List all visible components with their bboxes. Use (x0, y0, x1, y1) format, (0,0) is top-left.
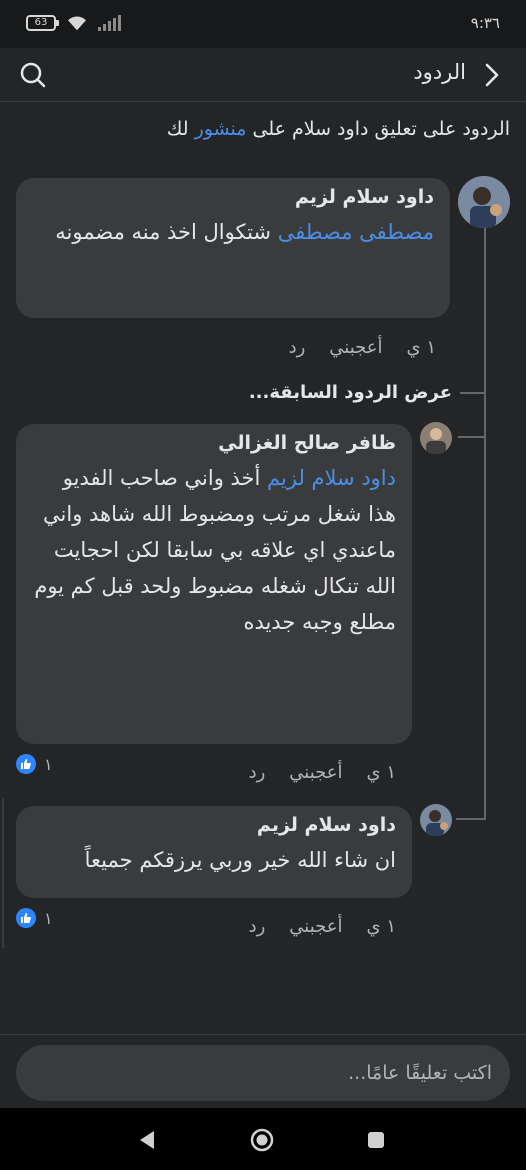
reaction-count[interactable]: ١ (16, 908, 53, 928)
thread-branch (458, 436, 486, 438)
comment-author[interactable]: داود سلام لزيم (32, 186, 434, 208)
comment-text: مصطفى مصطفى شتكوال اخذ منه مضمونه (32, 214, 434, 250)
home-circle-icon[interactable] (248, 1126, 276, 1154)
post-link[interactable]: منشور (195, 118, 247, 140)
comment-text: داود سلام لزيم أخذ واني صاحب الفديو هذا … (32, 460, 396, 640)
thumbs-up-icon (16, 908, 36, 928)
search-button[interactable] (18, 60, 48, 90)
system-nav-bar (0, 1108, 526, 1170)
header: الردود (0, 48, 526, 102)
avatar-image (458, 176, 510, 228)
battery-icon: 63 (26, 15, 59, 31)
thread-branch (460, 392, 486, 394)
comment-author[interactable]: داود سلام لزيم (32, 814, 396, 836)
comment-bubble: داود سلام لزيم ان شاء الله خير وربي يرزق… (16, 806, 412, 898)
thread-branch (456, 818, 486, 820)
chevron-right-icon (485, 63, 499, 87)
recents-square-icon[interactable] (362, 1126, 390, 1154)
thread-line (484, 226, 486, 820)
composer-bar: اكتب تعليقًا عامًا... (0, 1034, 526, 1108)
comment-time: ١ ي (406, 337, 436, 358)
page-title: الردود (413, 60, 466, 84)
like-button[interactable]: أعجبني (289, 762, 342, 783)
comment-bubble: داود سلام لزيم مصطفى مصطفى شتكوال اخذ من… (16, 178, 450, 318)
avatar[interactable] (458, 176, 510, 228)
context-suffix: لك (166, 118, 195, 140)
comment-actions: ١ ي أعجبني رد (249, 762, 396, 783)
reaction-count[interactable]: ١ (16, 754, 53, 774)
like-button[interactable]: أعجبني (289, 916, 342, 937)
comment-actions: ١ ي أعجبني رد (289, 337, 436, 358)
comment-author[interactable]: ظافر صالح الغزالي (32, 432, 396, 454)
thumbs-up-icon (16, 754, 36, 774)
reply-button[interactable]: رد (249, 916, 266, 937)
comment-body: شتكوال اخذ منه مضمونه (55, 220, 278, 244)
comment-bubble: ظافر صالح الغزالي داود سلام لزيم أخذ وان… (16, 424, 412, 744)
status-icons: 63 (26, 14, 121, 32)
status-bar: 63 ٩:٣٦ (0, 0, 526, 48)
comment-text: ان شاء الله خير وربي يرزقكم جميعاً (84, 848, 396, 872)
mention-link[interactable]: داود سلام لزيم (267, 466, 396, 490)
reaction-number: ١ (44, 908, 53, 928)
view-previous-replies[interactable]: عرض الردود السابقة... (249, 382, 452, 403)
comment-time: ١ ي (366, 762, 396, 783)
reaction-number: ١ (44, 754, 53, 774)
comment-input[interactable]: اكتب تعليقًا عامًا... (16, 1045, 510, 1101)
avatar-image (420, 422, 452, 454)
comment-body: أخذ واني صاحب الفديو هذا شغل مرتب ومضبوط… (34, 466, 396, 634)
reply-button[interactable]: رد (289, 337, 306, 358)
back-triangle-icon[interactable] (134, 1126, 162, 1154)
comment-time: ١ ي (366, 916, 396, 937)
status-time: ٩:٣٦ (470, 14, 500, 32)
avatar[interactable] (420, 422, 452, 454)
like-button[interactable]: أعجبني (329, 337, 382, 358)
back-button[interactable] (478, 60, 506, 90)
comment-actions: ١ ي أعجبني رد (249, 916, 396, 937)
thread-left-line (2, 798, 4, 948)
avatar[interactable] (420, 804, 452, 836)
search-icon (20, 62, 46, 88)
wifi-icon (68, 16, 86, 31)
signal-icon (98, 15, 121, 31)
avatar-image (420, 804, 452, 836)
replies-context: الردود على تعليق داود سلام على منشور لك (167, 118, 510, 140)
context-prefix: الردود على تعليق داود سلام على (246, 118, 510, 140)
mention-link[interactable]: مصطفى مصطفى (278, 220, 434, 244)
reply-button[interactable]: رد (249, 762, 266, 783)
